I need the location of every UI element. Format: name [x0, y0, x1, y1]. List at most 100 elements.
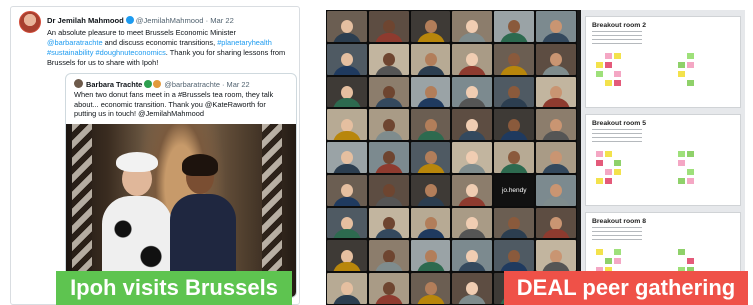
sticky-note	[614, 258, 621, 264]
participant-body	[500, 65, 529, 75]
participant-head	[466, 184, 479, 198]
participant-head	[340, 151, 353, 165]
board-title: Breakout room 2	[592, 22, 647, 29]
participant-head	[466, 53, 479, 66]
participant-video-tile	[327, 174, 367, 206]
sticky-note	[678, 249, 685, 255]
participant-head	[550, 216, 563, 230]
video-call-grid: jo.hendy	[326, 10, 577, 305]
quote-author-name[interactable]: Barbara Trachte	[86, 80, 142, 89]
participant-body	[500, 32, 529, 42]
participant-head	[508, 20, 521, 34]
participant-head	[340, 20, 353, 34]
board-title: Breakout room 8	[592, 218, 647, 225]
participant-video-tile	[368, 174, 409, 206]
participant-video-tile	[327, 11, 367, 42]
hashtag-link[interactable]: #sustainability	[47, 48, 93, 57]
participant-body	[416, 163, 445, 173]
participant-body	[374, 262, 403, 272]
participant-head	[424, 118, 437, 132]
participant-body	[416, 295, 445, 304]
sticky-note	[605, 53, 612, 59]
participant-name-label: jo.hendy	[501, 187, 527, 195]
hashtag-link[interactable]: #doughnuteconomics	[96, 48, 166, 57]
sticky-note	[596, 160, 603, 166]
participant-video-tile	[494, 142, 535, 173]
sticky-note	[614, 71, 621, 77]
participant-head	[508, 249, 521, 263]
breakout-boards: Breakout room 2 Breakout room 5 Breakout…	[581, 10, 745, 305]
participant-body	[416, 65, 445, 75]
participant-head	[550, 184, 563, 198]
author-name[interactable]: Dr Jemilah Mahmood	[47, 16, 124, 25]
participant-body	[542, 262, 571, 272]
participant-video-tile	[327, 142, 367, 173]
participant-head	[382, 20, 395, 34]
participant-body	[374, 98, 403, 108]
sticky-note	[605, 80, 612, 86]
participant-head	[424, 216, 437, 230]
hashtag-link[interactable]: #planetaryhealth	[217, 38, 272, 47]
participant-head	[466, 20, 479, 34]
participant-video-tile	[452, 174, 493, 206]
participant-body	[458, 295, 487, 304]
participant-video-tile	[536, 142, 576, 173]
sticky-note	[596, 71, 603, 77]
participant-head	[340, 118, 353, 132]
participant-video-tile: jo.hendy	[494, 174, 535, 206]
quote-text: When two donut fans meet in a #Brussels …	[74, 90, 274, 119]
participant-head	[424, 85, 437, 99]
participant-body	[542, 163, 571, 173]
participant-video-tile	[368, 273, 409, 304]
participant-body	[332, 163, 361, 173]
participant-body	[458, 196, 487, 206]
participant-video-tile	[452, 43, 493, 75]
participant-video-tile	[327, 207, 367, 239]
quote-date[interactable]: · Mar 22	[222, 80, 250, 89]
participant-video-tile	[494, 11, 535, 42]
sticky-note	[605, 178, 612, 184]
participant-video-tile	[494, 207, 535, 239]
tweet-date[interactable]: · Mar 22	[206, 16, 234, 25]
participant-body	[332, 32, 361, 42]
participant-body	[542, 65, 571, 75]
participant-body	[332, 262, 361, 272]
sticky-note	[678, 160, 685, 166]
author-avatar[interactable]	[19, 11, 41, 33]
sticky-note	[678, 151, 685, 157]
breakout-board[interactable]: Breakout room 5	[585, 114, 741, 206]
quote-header: Barbara Trachte @barbaratrachte · Mar 22	[74, 79, 250, 89]
quoted-tweet[interactable]: Barbara Trachte @barbaratrachte · Mar 22…	[65, 73, 297, 298]
participant-video-tile	[452, 207, 493, 239]
person-right-hair	[182, 154, 218, 176]
participant-video-tile	[494, 240, 535, 272]
sticky-note	[687, 258, 694, 264]
tweet-text: An absolute pleasure to meet Brussels Ec…	[47, 28, 292, 68]
participant-body	[542, 131, 571, 141]
participant-head	[424, 282, 437, 296]
breakout-board[interactable]: Breakout room 2	[585, 16, 741, 108]
participant-head	[550, 85, 563, 99]
participant-video-tile	[410, 207, 451, 239]
quote-author-avatar[interactable]	[74, 79, 83, 88]
participant-body	[542, 98, 571, 108]
participant-video-tile	[536, 240, 576, 272]
participant-body	[458, 65, 487, 75]
participant-head	[550, 151, 563, 165]
participant-video-tile	[494, 76, 535, 108]
participant-video-tile	[536, 174, 576, 206]
participant-video-tile	[494, 109, 535, 141]
participant-body	[542, 229, 571, 239]
tweet-card[interactable]: Dr Jemilah Mahmood @JemilahMahmood · Mar …	[10, 6, 300, 305]
participant-video-tile	[410, 43, 451, 75]
author-handle[interactable]: @JemilahMahmood	[136, 16, 204, 25]
participant-head	[508, 85, 521, 99]
participant-head	[340, 282, 353, 296]
sticky-note	[687, 80, 694, 86]
mention-link[interactable]: @barbaratrachte	[47, 38, 103, 47]
participant-head	[382, 53, 395, 66]
quote-author-handle[interactable]: @barbaratrachte	[164, 80, 220, 89]
participant-body	[374, 196, 403, 206]
participant-head	[508, 216, 521, 230]
participant-body	[332, 295, 361, 304]
